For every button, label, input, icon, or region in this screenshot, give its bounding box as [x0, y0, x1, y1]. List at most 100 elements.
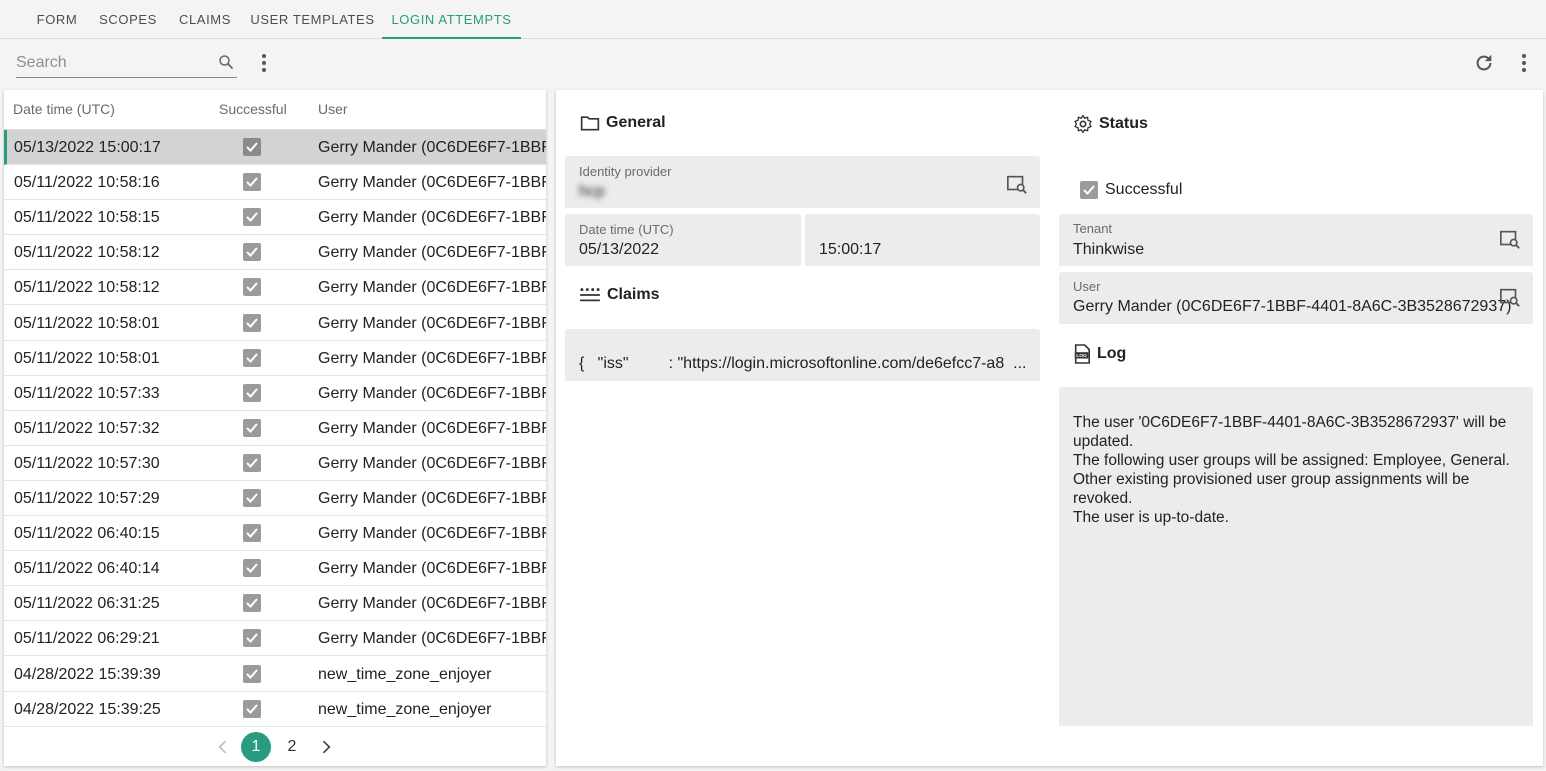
table-row[interactable]: 05/11/2022 10:58:12 Gerry Mander (0C6DE6F…	[4, 235, 546, 271]
table-row[interactable]: 05/11/2022 10:58:12 Gerry Mander (0C6DE6F…	[4, 270, 546, 306]
tenant-field[interactable]: Tenant Thinkwise	[1059, 214, 1533, 266]
previous-page-icon[interactable]	[211, 735, 235, 759]
identity-provider-value: hcp	[579, 183, 605, 200]
table-row[interactable]: 05/11/2022 10:58:16 Gerry Mander (0C6DE6F…	[4, 165, 546, 201]
page-button-2[interactable]: 2	[277, 732, 307, 762]
cell-successful-checkbox	[243, 313, 261, 332]
identity-provider-field[interactable]: Identity provider hcp	[565, 156, 1040, 208]
cell-successful-checkbox	[243, 278, 261, 297]
page-button-1[interactable]: 1	[241, 732, 271, 762]
general-section-title: General	[606, 114, 666, 131]
cell-datetime: 05/11/2022 06:29:21	[14, 630, 160, 648]
cell-user: Gerry Mander (0C6DE6F7-1BBF-4401-8A6C-3B…	[318, 244, 546, 262]
cell-user: Gerry Mander (0C6DE6F7-1BBF-4401-8A6C-3B…	[318, 454, 546, 472]
cell-user: Gerry Mander (0C6DE6F7-1BBF-4401-8A6C-3B…	[318, 139, 546, 156]
grid-more-menu-icon[interactable]	[252, 51, 276, 75]
lookup-icon[interactable]	[1006, 173, 1028, 195]
date-value: 05/13/2022	[579, 241, 660, 258]
cell-successful-checkbox	[243, 453, 261, 472]
cell-user: Gerry Mander (0C6DE6F7-1BBF-4401-8A6C-3B…	[318, 419, 546, 437]
cell-user: new_time_zone_enjoyer	[318, 665, 492, 683]
cell-user: Gerry Mander (0C6DE6F7-1BBF-4401-8A6C-3B…	[318, 384, 546, 402]
cell-successful-checkbox	[243, 594, 261, 613]
lookup-icon[interactable]	[1499, 228, 1521, 250]
table-row[interactable]: 04/28/2022 15:39:39 new_time_zone_enjoyer	[4, 657, 546, 692]
identity-provider-label: Identity provider	[579, 164, 672, 179]
cell-datetime: 05/11/2022 10:58:01	[14, 314, 160, 332]
detail-more-menu-icon[interactable]	[1512, 51, 1536, 75]
table-row[interactable]: 05/11/2022 06:31:25 Gerry Mander (0C6DE6F…	[4, 586, 546, 622]
log-file-icon: LOG	[1074, 344, 1091, 364]
table-row[interactable]: 05/11/2022 06:29:21 Gerry Mander (0C6DE6F…	[4, 621, 546, 657]
status-section-title: Status	[1099, 115, 1148, 132]
user-value: Gerry Mander (0C6DE6F7-1BBF-4401-8A6C-3B…	[1073, 298, 1512, 315]
table-row[interactable]: 04/28/2022 15:39:25 new_time_zone_enjoyer	[4, 692, 546, 727]
column-header-datetime[interactable]: Date time (UTC)	[13, 101, 115, 117]
search-icon[interactable]	[217, 53, 235, 71]
table-row[interactable]: 05/11/2022 10:58:15 Gerry Mander (0C6DE6F…	[4, 200, 546, 236]
log-section-header: LOG Log	[1073, 344, 1126, 364]
next-page-icon[interactable]	[314, 735, 338, 759]
cell-successful-checkbox	[243, 243, 261, 262]
cell-user: Gerry Mander (0C6DE6F7-1BBF-4401-8A6C-3B…	[318, 630, 546, 648]
tab-login-attempts[interactable]: LOGIN ATTEMPTS	[382, 0, 521, 39]
time-field[interactable]: 15:00:17	[805, 214, 1040, 266]
tenant-value: Thinkwise	[1073, 241, 1145, 258]
cell-user: Gerry Mander (0C6DE6F7-1BBF-4401-8A6C-3B…	[318, 349, 546, 367]
tab-claims[interactable]: CLAIMS	[167, 0, 243, 38]
status-section-header: Status	[1073, 114, 1148, 134]
tenant-label: Tenant	[1073, 221, 1113, 236]
cell-datetime: 05/11/2022 10:58:12	[14, 244, 160, 262]
lookup-icon[interactable]	[1499, 286, 1521, 308]
log-line: The user is up-to-date.	[1073, 509, 1229, 526]
tab-scopes[interactable]: SCOPES	[91, 0, 165, 38]
claims-section-header: Claims	[579, 286, 659, 304]
table-row[interactable]: 05/11/2022 10:57:33 Gerry Mander (0C6DE6F…	[4, 376, 546, 411]
column-header-successful[interactable]: Successful	[219, 101, 287, 117]
cell-successful-checkbox	[243, 524, 261, 543]
claims-field[interactable]: { "iss" : "https://login.microsoftonline…	[565, 329, 1040, 381]
table-row[interactable]: 05/11/2022 10:57:30 Gerry Mander (0C6DE6F…	[4, 446, 546, 481]
general-section-header: General	[580, 114, 666, 132]
time-value: 15:00:17	[819, 241, 882, 258]
tab-user-templates[interactable]: USER TEMPLATES	[245, 0, 380, 38]
cell-datetime: 05/11/2022 10:57:29	[14, 490, 160, 507]
cell-successful-checkbox	[243, 208, 261, 227]
log-field[interactable]: The user '0C6DE6F7-1BBF-4401-8A6C-3B3528…	[1059, 387, 1533, 726]
table-row[interactable]: 05/11/2022 10:57:32 Gerry Mander (0C6DE6F…	[4, 411, 546, 446]
table-row[interactable]: 05/13/2022 15:00:17 Gerry Mander (0C6DE6F…	[4, 130, 546, 165]
successful-checkbox[interactable]	[1080, 181, 1098, 199]
cell-successful-checkbox	[243, 559, 261, 578]
datetime-label: Date time (UTC)	[579, 222, 674, 237]
cell-successful-checkbox	[243, 173, 261, 192]
cell-user: Gerry Mander (0C6DE6F7-1BBF-4401-8A6C-3B…	[318, 174, 546, 192]
table-row[interactable]: 05/11/2022 06:40:14 Gerry Mander (0C6DE6F…	[4, 551, 546, 587]
cell-datetime: 05/13/2022 15:00:17	[14, 139, 161, 156]
cell-user: Gerry Mander (0C6DE6F7-1BBF-4401-8A6C-3B…	[318, 525, 546, 543]
cell-user: Gerry Mander (0C6DE6F7-1BBF-4401-8A6C-3B…	[318, 279, 546, 297]
cell-datetime: 05/11/2022 06:31:25	[14, 595, 160, 613]
gear-icon	[1074, 114, 1092, 134]
pagination	[4, 726, 546, 766]
successful-label: Successful	[1105, 181, 1183, 198]
date-field[interactable]: Date time (UTC) 05/13/2022	[565, 214, 801, 266]
column-header-user[interactable]: User	[318, 101, 348, 117]
user-field[interactable]: User Gerry Mander (0C6DE6F7-1BBF-4401-8A…	[1059, 272, 1533, 324]
tab-form[interactable]: FORM	[25, 0, 89, 38]
cell-datetime: 05/11/2022 06:40:14	[14, 560, 160, 578]
table-row[interactable]: 05/11/2022 06:40:15 Gerry Mander (0C6DE6F…	[4, 516, 546, 552]
claims-icon	[580, 288, 600, 302]
cell-successful-checkbox	[243, 629, 261, 648]
refresh-icon[interactable]	[1472, 51, 1496, 75]
table-row[interactable]: 05/11/2022 10:57:29 Gerry Mander (0C6DE6F…	[4, 481, 546, 516]
cell-user: Gerry Mander (0C6DE6F7-1BBF-4401-8A6C-3B…	[318, 209, 546, 227]
table-row[interactable]: 05/11/2022 10:58:01 Gerry Mander (0C6DE6F…	[4, 341, 546, 376]
cell-successful-checkbox	[243, 489, 261, 507]
log-section-title: Log	[1097, 345, 1127, 362]
cell-user: Gerry Mander (0C6DE6F7-1BBF-4401-8A6C-3B…	[318, 595, 546, 613]
search-input[interactable]	[16, 50, 206, 76]
table-row[interactable]: 05/11/2022 10:58:01 Gerry Mander (0C6DE6F…	[4, 306, 546, 341]
cell-user: Gerry Mander (0C6DE6F7-1BBF-4401-8A6C-3B…	[318, 560, 546, 578]
search-box	[16, 50, 237, 78]
cell-datetime: 05/11/2022 10:58:01	[14, 349, 160, 367]
